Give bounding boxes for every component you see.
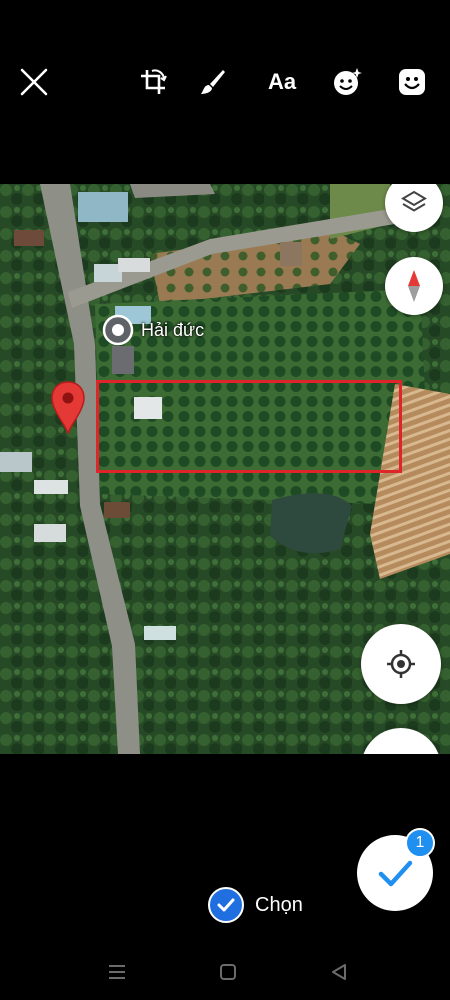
select-label: Chọn — [255, 893, 303, 916]
emoji-button[interactable] — [390, 60, 434, 104]
recent-apps-button[interactable] — [100, 957, 134, 987]
back-button[interactable] — [322, 957, 356, 987]
place-label[interactable]: Hải đức — [141, 320, 204, 341]
map-screenshot: Hải đức — [0, 184, 450, 754]
my-location-button[interactable] — [361, 624, 441, 704]
back-icon — [332, 964, 346, 980]
my-location-icon — [387, 650, 415, 678]
selection-rectangle — [96, 380, 402, 473]
location-pin-icon[interactable] — [50, 380, 86, 436]
text-button[interactable]: Aa — [260, 60, 304, 104]
checkmark-icon — [378, 860, 413, 887]
select-toggle[interactable]: Chọn — [208, 886, 303, 924]
count-badge: 1 — [405, 828, 435, 858]
editor-toolbar: Aa — [0, 0, 450, 170]
brush-icon — [201, 70, 225, 94]
sticker-button[interactable] — [325, 60, 369, 104]
home-icon — [220, 964, 236, 980]
compass-button[interactable] — [385, 257, 443, 315]
close-button[interactable] — [12, 60, 56, 104]
menu-icon — [109, 965, 125, 979]
system-navbar — [0, 945, 450, 1000]
brush-button[interactable] — [190, 60, 234, 104]
crop-rotate-button[interactable] — [131, 60, 175, 104]
crop-rotate-icon — [141, 69, 167, 94]
home-button[interactable] — [211, 957, 245, 987]
compass-icon — [408, 270, 420, 302]
emoji-icon — [399, 69, 425, 95]
sticker-sparkle-icon — [334, 68, 362, 95]
place-marker-icon — [102, 314, 134, 346]
select-check-icon — [208, 887, 244, 923]
close-icon — [20, 68, 48, 96]
text-icon: Aa — [267, 69, 297, 94]
layers-icon — [401, 190, 427, 212]
